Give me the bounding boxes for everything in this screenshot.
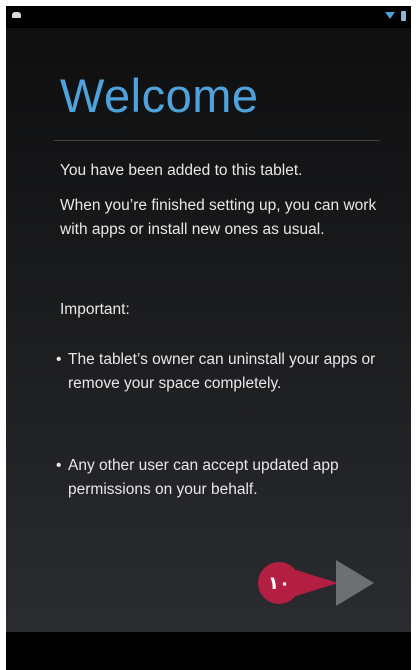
wifi-icon — [385, 12, 395, 19]
welcome-screen: Welcome You have been added to this tabl… — [6, 28, 411, 632]
list-item: • Any other user can accept updated app … — [56, 454, 382, 502]
important-label: Important: — [60, 301, 130, 318]
added-message: You have been added to this tablet. — [60, 162, 303, 179]
bullet-text: Any other user can accept updated app pe… — [68, 457, 339, 498]
next-arrow-icon[interactable] — [336, 560, 374, 606]
status-bar — [6, 6, 411, 28]
notification-icon — [12, 12, 21, 18]
setup-message: When you’re finished setting up, you can… — [60, 197, 377, 238]
tablet-screen: Welcome You have been added to this tabl… — [6, 6, 411, 670]
battery-icon — [401, 11, 406, 21]
bullet-icon: • — [56, 457, 62, 474]
title-divider — [54, 140, 380, 141]
list-item: • The tablet’s owner can uninstall your … — [56, 348, 382, 396]
bullet-text: The tablet’s owner can uninstall your ap… — [68, 351, 376, 392]
callout-badge: ۱۰ — [258, 562, 300, 604]
callout-pointer — [296, 570, 338, 596]
bullet-icon: • — [56, 351, 62, 368]
page-title: Welcome — [60, 69, 259, 122]
navigation-bar — [6, 632, 411, 670]
